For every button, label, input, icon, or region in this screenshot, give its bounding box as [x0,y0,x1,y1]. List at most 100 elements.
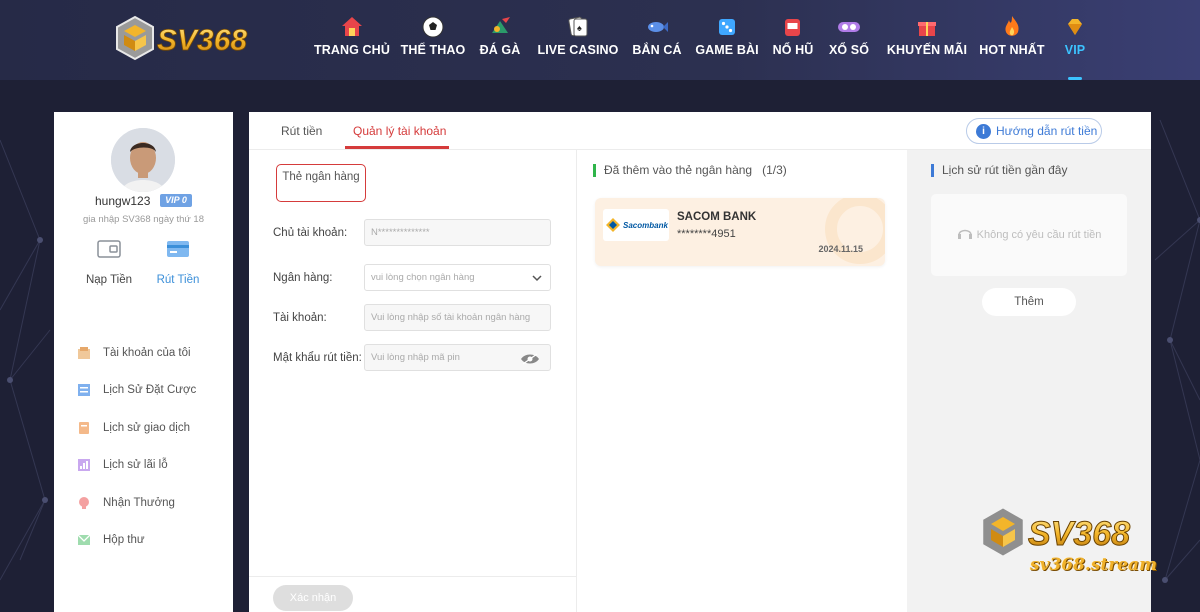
bank-card-type-button[interactable]: Thẻ ngân hàng [276,164,366,202]
nav-label: KHUYẾN MÃI [886,43,968,57]
deposit-button[interactable]: Nạp Tiền [74,236,144,286]
history-title: Lịch sử rút tiền gần đây [931,163,1067,177]
mailbox-icon [77,533,91,547]
vip-level-badge: VIP 0 [160,194,192,207]
watermark-url: sv368.stream [1030,555,1158,575]
menu-item-mailbox[interactable]: Hộp thư [77,522,196,560]
account-placeholder: Vui lòng nhập số tài khoản ngân hàng [371,312,531,323]
nav-item-home[interactable]: TRANG CHỦ [310,14,394,74]
nav-item-cockfight[interactable]: ĐÁ GÀ [472,14,528,74]
menu-item-rewards[interactable]: Nhận Thưởng [77,484,196,522]
panel-tabs: Rút tiền Quản lý tài khoản i Hướng dẫn r… [249,112,1151,150]
bank-select[interactable]: vui lòng chọn ngân hàng [364,264,551,291]
card-added-date: 2024.11.15 [818,244,863,254]
wallet-icon [74,236,144,262]
menu-item-profit-loss[interactable]: Lịch sử lãi lỗ [77,447,196,485]
pin-label: Mật khẩu rút tiền: [273,351,362,364]
eye-icon[interactable] [520,353,540,368]
home-icon [339,14,365,40]
withdraw-button[interactable]: Rút Tiền [143,236,213,286]
transaction-icon [77,421,91,435]
account-menu: Tài khoản của tôi Lịch Sử Đặt Cược Lịch … [77,334,196,559]
withdraw-label: Rút Tiền [156,274,200,286]
bank-logo-text: Sacombank [623,220,668,230]
username: hungw123 [95,194,151,208]
menu-item-my-account[interactable]: Tài khoản của tôi [77,334,196,372]
headset-icon [957,226,973,245]
sv368-logo[interactable]: SV368 [113,13,285,65]
dice-icon [714,14,740,40]
nav-label: ĐÁ GÀ [479,43,521,57]
confirm-button[interactable]: Xác nhận [273,585,353,611]
account-number-input[interactable]: Vui lòng nhập số tài khoản ngân hàng [364,304,551,331]
join-info: gia nhập SV368 ngày thứ 18 [83,214,204,225]
pin-placeholder: Vui lòng nhập mã pin [371,352,460,363]
withdraw-guide-button[interactable]: i Hướng dẫn rút tiền [966,118,1102,144]
form-footer: Xác nhận [249,576,577,612]
logo-text: SV368 [157,24,247,57]
menu-label: Nhận Thưởng [103,496,175,509]
info-icon: i [976,123,991,139]
nav-item-fishing[interactable]: BẮN CÁ [628,14,686,74]
svg-text:♠: ♠ [577,23,582,33]
bank-label: Ngân hàng: [273,271,333,284]
tab-account-management[interactable]: Quản lý tài khoản [353,124,446,138]
nav-label: HOT NHẤT [979,43,1045,57]
empty-history: Không có yêu cầu rút tiền [931,194,1127,276]
pin-input[interactable]: Vui lòng nhập mã pin [364,344,551,371]
bank-card[interactable]: Sacombank SACOM BANK ********4951 2024.1… [595,198,885,266]
rooster-icon [487,14,513,40]
nav-item-card-games[interactable]: GAME BÀI [686,14,768,74]
empty-message: Không có yêu cầu rút tiền [976,229,1102,241]
nav-item-hot[interactable]: HOT NHẤT [974,14,1050,74]
tab-withdraw[interactable]: Rút tiền [281,124,322,138]
menu-label: Lịch sử giao dịch [103,421,190,434]
nav-label: VIP [1064,43,1086,57]
nav-item-live-casino[interactable]: ♠ LIVE CASINO [528,14,628,74]
diamond-icon [1062,14,1088,40]
account-sidebar: hungw123 VIP 0 gia nhập SV368 ngày thứ 1… [54,112,233,612]
add-button[interactable]: Thêm [982,288,1076,316]
lottery-ball-icon [836,14,862,40]
bank-row: Ngân hàng: vui lòng chọn ngân hàng [273,264,551,291]
bank-cards-title: Đã thêm vào thẻ ngân hàng (1/3) [593,163,787,177]
account-label: Tài khoản: [273,311,327,324]
account-number-row: Tài khoản: Vui lòng nhập số tài khoản ng… [273,304,551,331]
nav-label: TRANG CHỦ [314,43,390,57]
nav-label: GAME BÀI [695,43,759,57]
holder-label: Chủ tài khoản: [273,226,348,239]
bank-cards-title-text: Đã thêm vào thẻ ngân hàng [604,163,753,177]
account-icon [77,346,91,360]
card-decoration [825,198,885,264]
avatar[interactable] [111,128,175,192]
soccer-ball-icon [420,14,446,40]
menu-label: Hộp thư [103,534,145,547]
nav-item-vip[interactable]: VIP [1050,14,1100,80]
title-bar [593,163,596,177]
fire-icon [999,14,1025,40]
nav-label: NỔ HŨ [772,43,814,57]
active-nav-indicator [1068,77,1082,80]
history-title-text: Lịch sử rút tiền gần đây [942,163,1068,177]
reward-icon [77,496,91,510]
menu-label: Tài khoản của tôi [103,346,191,359]
menu-label: Lịch sử lãi lỗ [103,459,168,472]
nav-item-promotions[interactable]: KHUYẾN MÃI [880,14,974,74]
playing-cards-icon: ♠ [565,14,591,40]
menu-item-transactions[interactable]: Lịch sử giao dịch [77,409,196,447]
title-bar [931,163,934,177]
bank-name: SACOM BANK [677,211,757,223]
chevron-down-icon [532,273,542,286]
profit-loss-icon [77,458,91,472]
fish-icon [644,14,670,40]
main-nav: TRANG CHỦ THỂ THAO ĐÁ GÀ ♠ LIVE CASINO B… [310,14,1100,80]
credit-card-icon [143,236,213,262]
nav-item-slots[interactable]: NỔ HŨ [768,14,818,74]
gift-icon [914,14,940,40]
nav-item-sports[interactable]: THỂ THAO [394,14,472,74]
top-header: SV368 TRANG CHỦ THỂ THAO ĐÁ GÀ ♠ LIVE CA… [0,0,1200,80]
bank-form: Thẻ ngân hàng Chủ tài khoản: N**********… [249,150,577,612]
active-tab-indicator [345,146,449,149]
menu-item-bet-history[interactable]: Lịch Sử Đặt Cược [77,372,196,410]
nav-item-lottery[interactable]: XỔ SỐ [818,14,880,74]
